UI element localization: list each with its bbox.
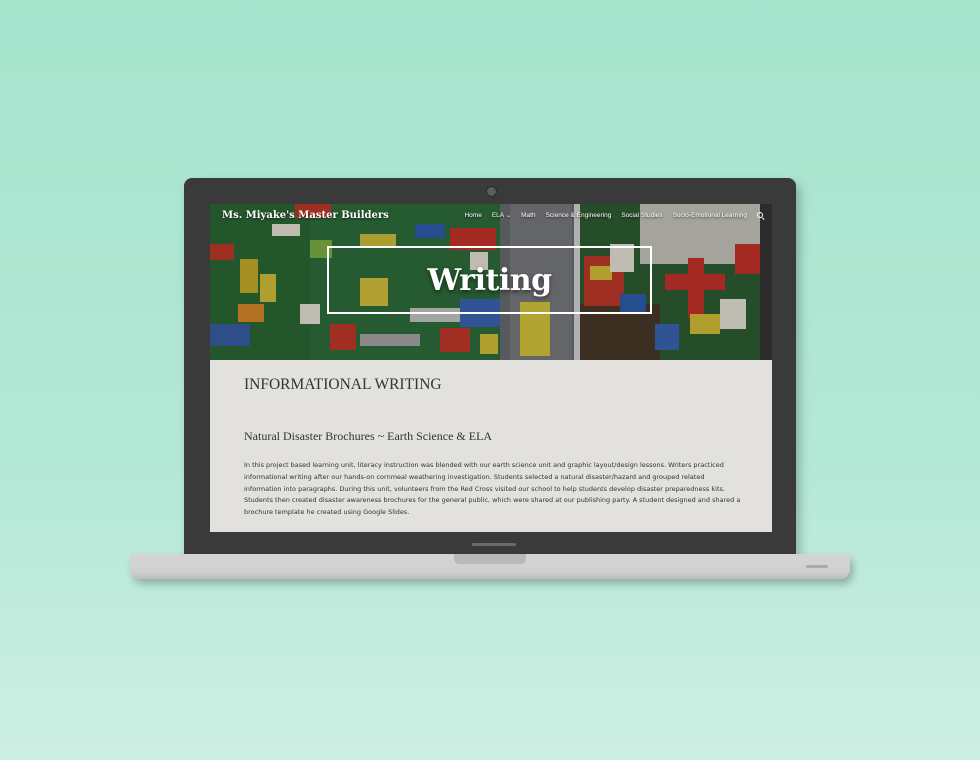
nav-science-engineering[interactable]: Science & Engineering	[546, 212, 612, 219]
trackpad-notch	[454, 554, 526, 564]
hero-banner: Ms. Miyake's Master Builders Home ELA ⌄ …	[210, 204, 772, 360]
chevron-down-icon: ⌄	[506, 213, 512, 219]
nav-ela-label: ELA	[491, 212, 505, 219]
body-paragraph: In this project based learning unit, lit…	[244, 460, 742, 519]
nav-socio-emotional-learning[interactable]: Socio-Emotional Learning	[673, 212, 747, 219]
browser-screen: Ms. Miyake's Master Builders Home ELA ⌄ …	[210, 204, 772, 532]
search-icon[interactable]	[757, 212, 764, 219]
paragraph-line: informational writing after our hands-on…	[244, 472, 705, 481]
paragraph-line: information into paragraphs. During this…	[244, 484, 725, 493]
hinge-line	[472, 543, 516, 546]
page-title: Writing	[427, 262, 552, 298]
main-nav: Home ELA ⌄ Math Science & Engineering So…	[464, 212, 764, 219]
nav-ela[interactable]: ELA ⌄	[492, 212, 511, 219]
nav-math[interactable]: Math	[521, 212, 535, 219]
section-heading: INFORMATIONAL WRITING	[244, 376, 442, 393]
main-content: INFORMATIONAL WRITING Natural Disaster B…	[244, 376, 744, 516]
nav-social-studies[interactable]: Social Studies	[621, 212, 662, 219]
power-indicator	[806, 565, 828, 568]
nav-home[interactable]: Home	[464, 212, 481, 219]
laptop-lid: Ms. Miyake's Master Builders Home ELA ⌄ …	[184, 178, 796, 556]
paragraph-line: Students then created disaster awareness…	[244, 496, 741, 505]
paragraph-line: brochure template he created using Googl…	[244, 508, 410, 517]
hero-title-box: Writing	[327, 246, 652, 314]
paragraph-line: In this project based learning unit, lit…	[244, 461, 724, 469]
sub-heading: Natural Disaster Brochures ~ Earth Scien…	[244, 429, 493, 443]
hero-right-strip	[760, 204, 772, 360]
site-title[interactable]: Ms. Miyake's Master Builders	[222, 210, 389, 221]
laptop-base	[130, 543, 850, 579]
webcam-icon	[486, 186, 497, 197]
